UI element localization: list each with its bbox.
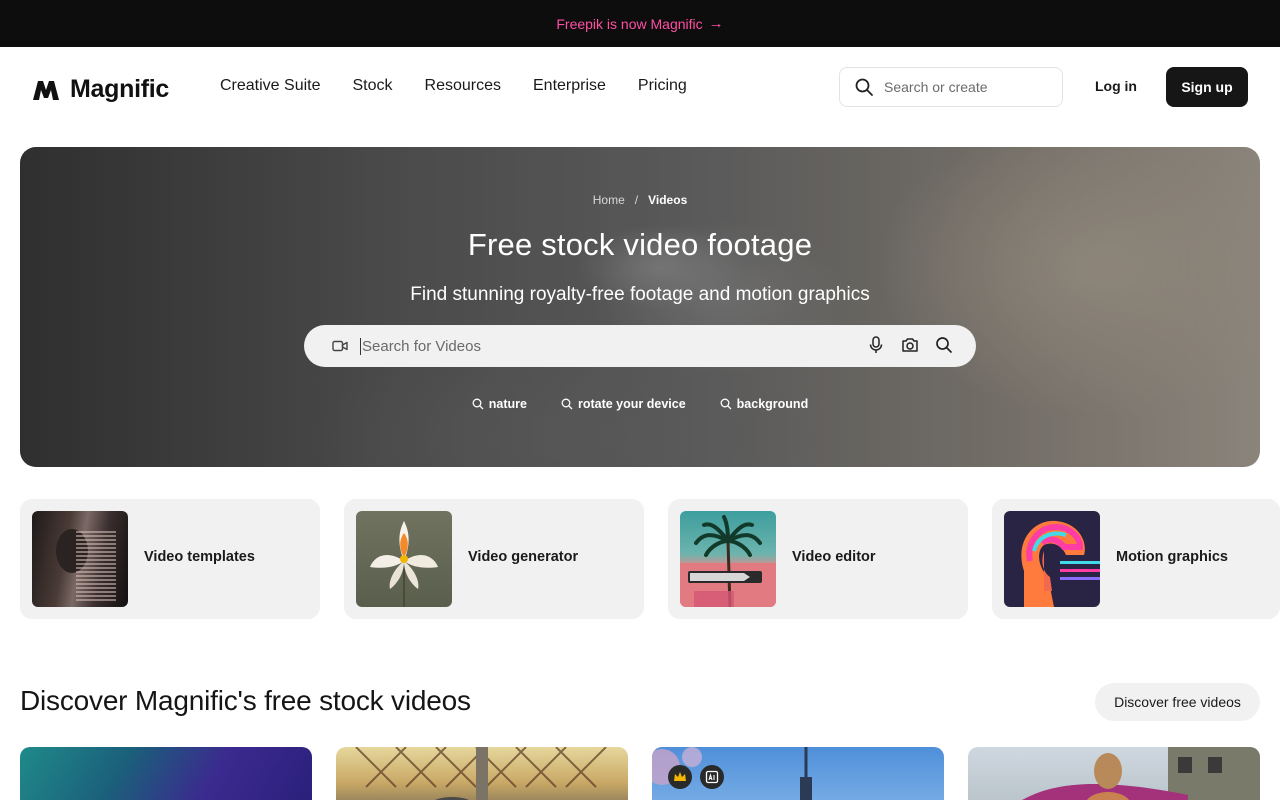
category-label: Motion graphics	[1116, 549, 1228, 565]
category-video-templates[interactable]: Video templates	[20, 499, 320, 619]
announcement-text: Freepik is now Magnific	[556, 15, 703, 32]
tag-nature[interactable]: nature	[472, 397, 527, 411]
nav-creative-suite[interactable]: Creative Suite	[220, 77, 321, 95]
nav-pricing[interactable]: Pricing	[638, 77, 687, 95]
category-motion-graphics[interactable]: Motion graphics	[992, 499, 1280, 619]
microphone-icon[interactable]	[866, 335, 886, 355]
video-thumbnail[interactable]	[968, 747, 1260, 800]
header-search[interactable]	[839, 67, 1063, 107]
category-label: Video generator	[468, 549, 579, 565]
announcement-bar: Freepik is now Magnific →	[0, 0, 1280, 47]
video-generator-thumbnail	[356, 511, 452, 607]
category-video-generator[interactable]: Video generator	[344, 499, 644, 619]
section-title: Discover Magnific's free stock videos	[20, 685, 471, 716]
announcement-link[interactable]: Freepik is now Magnific →	[556, 15, 723, 32]
video-editor-thumbnail	[680, 511, 776, 607]
main-nav: Creative Suite Stock Resources Enterpris…	[220, 77, 687, 95]
category-label: Video editor	[792, 549, 876, 565]
logo-text: Magnific	[70, 75, 169, 103]
search-icon	[472, 398, 484, 410]
breadcrumb-separator: /	[634, 193, 639, 207]
header-search-input[interactable]	[884, 79, 1044, 95]
motion-graphics-thumbnail	[1004, 511, 1100, 607]
crown-icon	[668, 765, 692, 789]
hero-search-bar[interactable]	[304, 325, 976, 367]
logo[interactable]: Magnific	[32, 75, 169, 104]
hero-search-input[interactable]	[360, 337, 840, 355]
tag-rotate-your-device[interactable]: rotate your device	[561, 397, 686, 411]
breadcrumb: Home / Videos	[20, 193, 1260, 207]
nav-stock[interactable]: Stock	[353, 77, 393, 95]
hero-banner: Home / Videos Free stock video footage F…	[20, 147, 1260, 467]
nav-resources[interactable]: Resources	[425, 77, 501, 95]
video-thumbnail[interactable]	[336, 747, 628, 800]
site-header: Magnific Creative Suite Stock Resources …	[0, 47, 1280, 127]
camera-icon[interactable]	[900, 335, 920, 355]
page-subtitle: Find stunning royalty-free footage and m…	[410, 284, 870, 305]
video-thumbnail[interactable]	[20, 747, 312, 800]
category-label: Video templates	[144, 549, 255, 565]
signup-button[interactable]: Sign up	[1166, 67, 1248, 107]
discover-free-videos-button[interactable]: Discover free videos	[1095, 683, 1260, 721]
category-video-editor[interactable]: Video editor	[668, 499, 968, 619]
search-icon	[561, 398, 573, 410]
search-icon	[855, 78, 873, 96]
nav-enterprise[interactable]: Enterprise	[533, 77, 606, 95]
video-thumbnail[interactable]	[652, 747, 944, 800]
tag-label: rotate your device	[577, 397, 686, 411]
video-camera-icon	[332, 340, 348, 352]
tag-background[interactable]: background	[720, 397, 809, 411]
suggested-tags: nature rotate your device background	[20, 397, 1260, 411]
video-templates-thumbnail	[32, 511, 128, 607]
breadcrumb-current: Videos	[648, 193, 688, 207]
login-button[interactable]: Log in	[1095, 78, 1137, 94]
arrow-right-icon: →	[708, 15, 724, 32]
ai-generated-icon	[700, 765, 724, 789]
logo-mark-icon	[33, 80, 59, 100]
tag-label: nature	[488, 397, 527, 411]
tag-label: background	[736, 397, 809, 411]
search-icon	[720, 398, 732, 410]
breadcrumb-home[interactable]: Home	[593, 193, 625, 207]
page-title: Free stock video footage	[467, 227, 813, 262]
search-icon[interactable]	[934, 335, 954, 355]
